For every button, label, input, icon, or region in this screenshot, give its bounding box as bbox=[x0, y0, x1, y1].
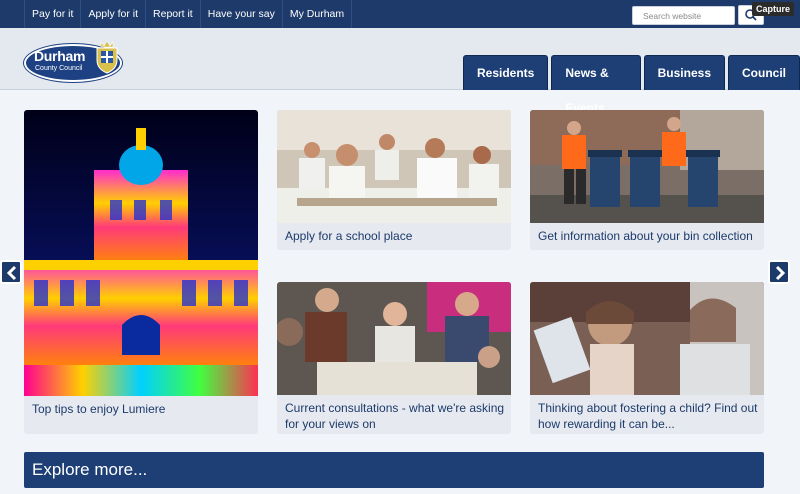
nav-news-events[interactable]: News & Events bbox=[551, 55, 641, 115]
top-utility-bar: Pay for it Apply for it Report it Have y… bbox=[0, 0, 800, 28]
link-pay-for-it[interactable]: Pay for it bbox=[24, 0, 82, 28]
card-consultations-label: Current consultations - what we're askin… bbox=[285, 401, 505, 431]
card-fostering[interactable]: Thinking about fostering a child? Find o… bbox=[530, 282, 764, 434]
card-consultations[interactable]: Current consultations - what we're askin… bbox=[277, 282, 511, 434]
nav-residents[interactable]: Residents bbox=[463, 55, 549, 90]
nav-council[interactable]: Council bbox=[728, 55, 800, 90]
carousel-prev-button[interactable] bbox=[0, 260, 22, 284]
card-bin-collection-label: Get information about your bin collectio… bbox=[538, 229, 753, 243]
carousel-next-button[interactable] bbox=[768, 260, 790, 284]
classroom-image bbox=[277, 110, 511, 223]
capture-badge[interactable]: Capture bbox=[752, 2, 795, 16]
crest-icon bbox=[96, 40, 118, 74]
card-lumiere-label: Top tips to enjoy Lumiere bbox=[32, 402, 166, 416]
logo-subtitle: County Council bbox=[35, 65, 83, 72]
site-header: Durham County Council Residents News & E… bbox=[0, 28, 800, 115]
card-bin-collection[interactable]: Get information about your bin collectio… bbox=[530, 110, 764, 250]
link-have-your-say[interactable]: Have your say bbox=[201, 0, 283, 28]
utility-links: Pay for it Apply for it Report it Have y… bbox=[24, 0, 353, 28]
search-input[interactable] bbox=[632, 6, 735, 25]
council-logo[interactable]: Durham County Council bbox=[24, 40, 124, 86]
lumiere-image bbox=[24, 110, 258, 396]
link-apply-for-it[interactable]: Apply for it bbox=[81, 0, 147, 28]
card-school-place-label: Apply for a school place bbox=[285, 229, 413, 243]
explore-more-button[interactable]: Explore more... bbox=[24, 452, 764, 488]
card-school-place[interactable]: Apply for a school place bbox=[277, 110, 511, 250]
nav-business[interactable]: Business bbox=[643, 55, 725, 90]
link-my-durham[interactable]: My Durham bbox=[283, 0, 353, 28]
consultation-image bbox=[277, 282, 511, 395]
main-navigation: Residents News & Events Business Council bbox=[463, 55, 800, 115]
card-fostering-label: Thinking about fostering a child? Find o… bbox=[538, 401, 758, 431]
chevron-left-icon bbox=[6, 265, 17, 281]
card-lumiere[interactable]: Top tips to enjoy Lumiere bbox=[24, 110, 258, 434]
bin-collection-image bbox=[530, 110, 764, 223]
chevron-right-icon bbox=[775, 265, 786, 281]
logo-title: Durham bbox=[34, 48, 86, 64]
fostering-image bbox=[530, 282, 764, 395]
link-report-it[interactable]: Report it bbox=[146, 0, 201, 28]
